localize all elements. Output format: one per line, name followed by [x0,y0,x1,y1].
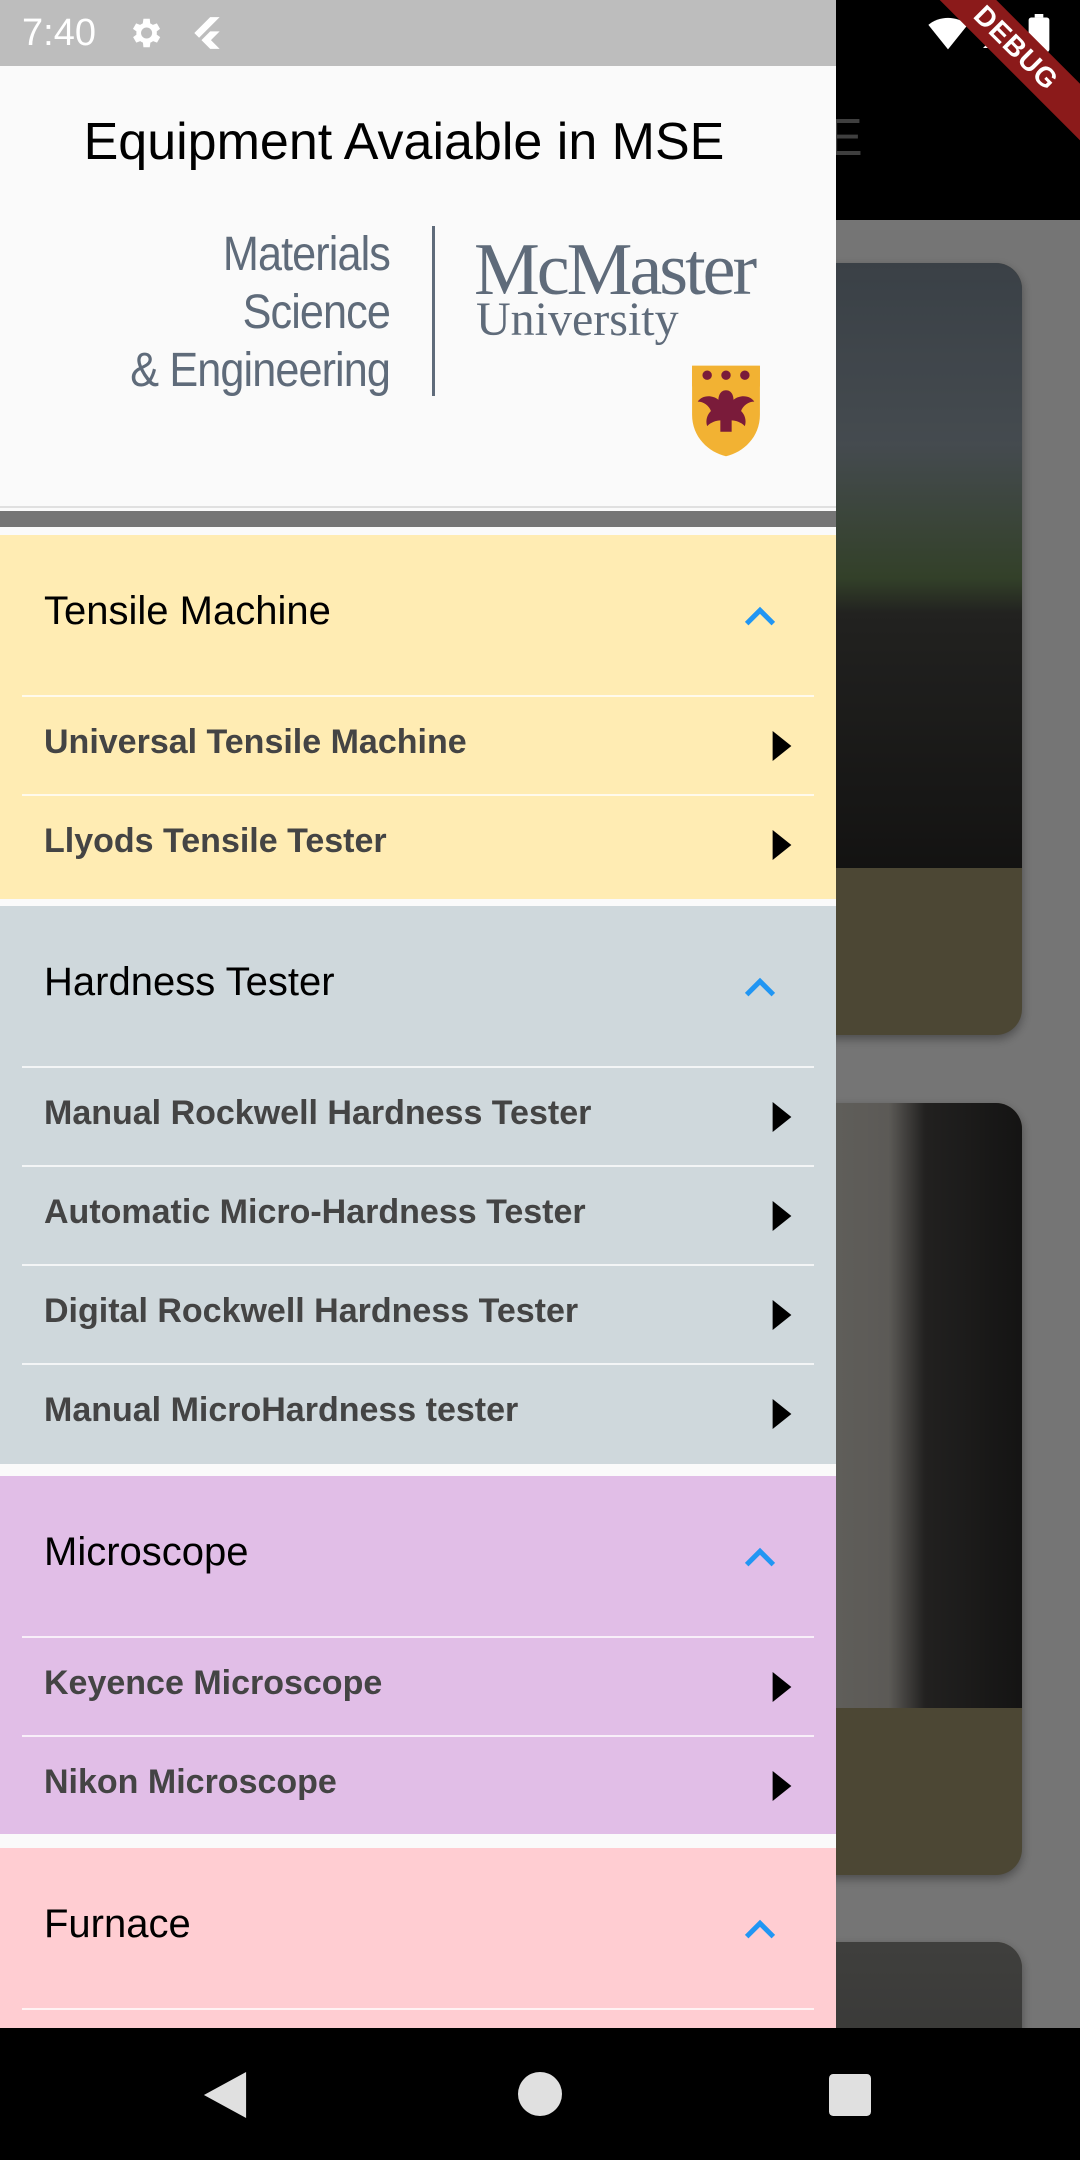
logo-line-1: Materials Science [222,228,391,339]
arrow-right-icon [772,1201,792,1231]
list-item-divider [22,2008,814,2028]
arrow-right-icon [772,731,792,761]
arrow-right-icon [772,830,792,860]
arrow-right-icon [772,1672,792,1702]
chevron-up-icon[interactable] [740,968,780,1008]
arrow-right-icon [772,1399,792,1429]
list-item-label: Llyods Tensile Tester [44,822,387,860]
section-title: Tensile Machine [44,589,331,633]
section-hardness-tester: Hardness Tester Manual Rockwell Hardness… [0,906,836,1464]
system-nav-bar [0,2028,1080,2160]
list-item-label: Keyence Microscope [44,1664,383,1702]
list-item[interactable]: Automatic Micro-Hardness Tester [22,1165,814,1264]
list-item-label: Manual Rockwell Hardness Tester [44,1094,592,1132]
list-item-label: Digital Rockwell Hardness Tester [44,1292,579,1330]
section-title: Furnace [44,1902,191,1946]
arrow-right-icon [772,1102,792,1132]
list-item[interactable]: Manual MicroHardness tester [22,1363,814,1462]
arrow-right-icon [772,1771,792,1801]
chevron-up-icon[interactable] [740,1538,780,1578]
list-item-label: Automatic Micro-Hardness Tester [44,1193,586,1231]
crest-icon [692,365,760,457]
arrow-right-icon [772,1300,792,1330]
chevron-up-icon[interactable] [740,597,780,637]
section-header[interactable]: Tensile Machine [0,535,836,695]
section-title: Microscope [44,1530,249,1574]
list-item[interactable]: Llyods Tensile Tester [22,794,814,893]
recents-icon[interactable] [829,2074,871,2116]
section-microscope: Microscope Keyence Microscope Nikon Micr… [0,1476,836,1834]
section-furnace: Furnace [0,1848,836,2028]
status-bar: 7:40 DEBUG [0,0,1080,155]
mse-logo-text: Materials Science & Engineering [77,226,391,400]
list-item-label: Manual MicroHardness tester [44,1391,519,1429]
section-header[interactable]: Hardness Tester [0,906,836,1066]
list-item-label: Universal Tensile Machine [44,723,467,761]
list-item[interactable]: Universal Tensile Machine [22,695,814,794]
list-item[interactable]: Digital Rockwell Hardness Tester [22,1264,814,1363]
drawer-header: Equipment Avaiable in MSE Materials Scie… [0,66,836,508]
navigation-drawer: Equipment Avaiable in MSE Materials Scie… [0,66,836,2028]
mse-mcmaster-logo: Materials Science & Engineering McMaster… [42,226,772,457]
back-icon[interactable] [203,2072,247,2118]
status-time: 7:40 [22,12,96,54]
section-tensile-machine: Tensile Machine Universal Tensile Machin… [0,535,836,899]
home-icon[interactable] [518,2072,562,2116]
chevron-up-icon[interactable] [740,1910,780,1950]
drawer-title: Equipment Avaiable in MSE [83,113,725,171]
list-item[interactable]: Manual Rockwell Hardness Tester [22,1066,814,1165]
drawer-separator [0,511,836,527]
list-item-label: Nikon Microscope [44,1763,337,1801]
section-header[interactable]: Furnace [0,1848,836,2008]
gear-icon [132,18,161,48]
section-header[interactable]: Microscope [0,1476,836,1636]
logo-line-2: & Engineering [130,344,391,397]
list-item[interactable]: Nikon Microscope [22,1735,814,1834]
logo-university: University [476,293,679,346]
flutter-icon [194,17,220,49]
list-item[interactable]: Keyence Microscope [22,1636,814,1735]
logo-divider [432,226,435,396]
section-title: Hardness Tester [44,960,335,1004]
